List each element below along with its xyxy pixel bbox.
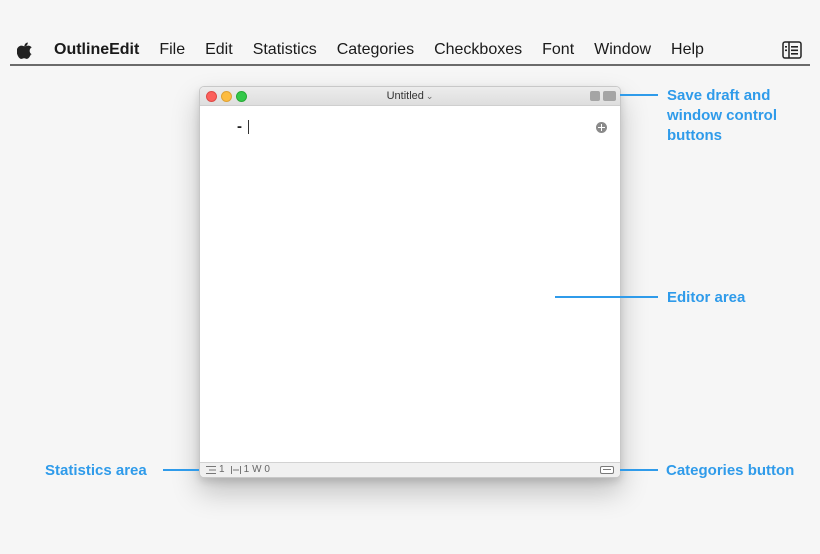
outline-bullet: - bbox=[237, 118, 242, 135]
categories-icon[interactable] bbox=[600, 466, 614, 474]
indent-icon bbox=[230, 465, 241, 474]
menu-help[interactable]: Help bbox=[671, 41, 704, 59]
indent-count: 1 bbox=[243, 464, 250, 475]
status-bar: 1 1 W 0 bbox=[200, 462, 620, 477]
annotation-save-draft: Save draft and window control buttons bbox=[667, 86, 777, 146]
text-caret bbox=[248, 120, 249, 134]
menu-checkboxes[interactable]: Checkboxes bbox=[434, 41, 522, 59]
menu-file[interactable]: File bbox=[159, 41, 185, 59]
apple-icon[interactable] bbox=[16, 41, 32, 59]
annotation-line-save bbox=[620, 94, 658, 96]
lines-icon bbox=[206, 465, 216, 474]
annotation-editor-area: Editor area bbox=[667, 289, 746, 306]
menu-window[interactable]: Window bbox=[594, 41, 651, 59]
editor-area[interactable]: - bbox=[200, 106, 620, 464]
annotation-categories-button: Categories button bbox=[666, 462, 795, 479]
menu-bar: OutlineEdit File Edit Statistics Categor… bbox=[10, 36, 810, 66]
annotation-save-line1: Save draft and bbox=[667, 87, 771, 104]
annotation-line-categories bbox=[620, 469, 658, 471]
annotation-save-line2: window control bbox=[667, 107, 777, 124]
add-icon[interactable] bbox=[596, 122, 607, 133]
annotation-line-statistics bbox=[163, 469, 199, 471]
window-title[interactable]: Untitled ⌄ bbox=[200, 90, 620, 102]
lines-count: 1 bbox=[219, 464, 225, 475]
annotation-save-line3: buttons bbox=[667, 127, 722, 144]
menu-app-name[interactable]: OutlineEdit bbox=[54, 41, 139, 59]
menu-statistics[interactable]: Statistics bbox=[253, 41, 317, 59]
chevron-down-icon: ⌄ bbox=[425, 91, 434, 101]
menu-categories[interactable]: Categories bbox=[337, 41, 414, 59]
sidebar-toggle-icon[interactable] bbox=[782, 41, 802, 59]
window-title-text: Untitled bbox=[386, 90, 424, 102]
title-bar[interactable]: Untitled ⌄ bbox=[200, 87, 620, 106]
word-count: W 0 bbox=[252, 464, 270, 475]
document-window: Untitled ⌄ - 1 1 W 0 bbox=[199, 86, 621, 478]
annotation-line-editor bbox=[555, 296, 658, 298]
menu-font[interactable]: Font bbox=[542, 41, 574, 59]
fullscreen-icon[interactable] bbox=[603, 91, 616, 101]
save-draft-icon[interactable] bbox=[590, 91, 600, 101]
statistics-area[interactable]: 1 1 W 0 bbox=[206, 464, 270, 475]
annotation-statistics-area: Statistics area bbox=[45, 462, 147, 479]
menu-edit[interactable]: Edit bbox=[205, 41, 233, 59]
